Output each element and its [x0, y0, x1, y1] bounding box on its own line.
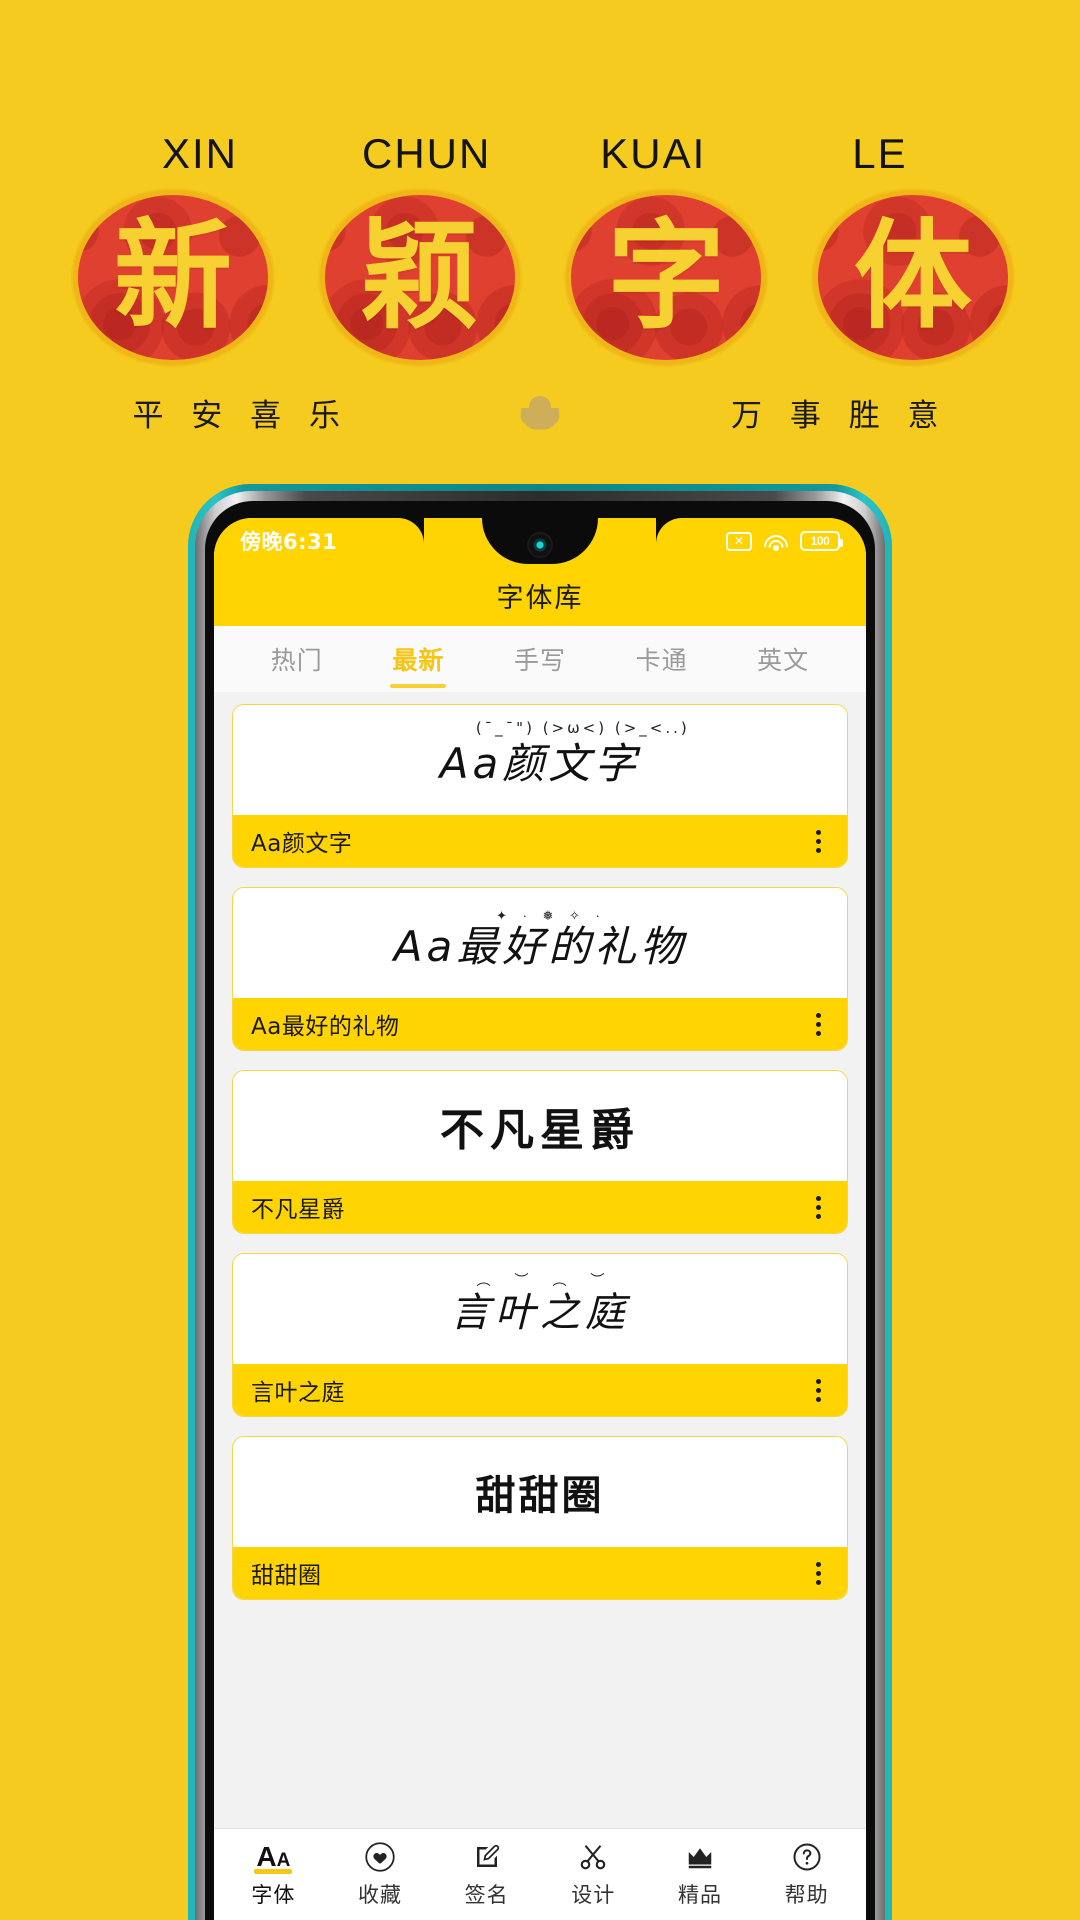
- font-card[interactable]: 不凡星爵 不凡星爵: [232, 1070, 848, 1234]
- pinyin-kuai: KUAI: [600, 130, 707, 177]
- font-card-bar: 甜甜圈: [233, 1547, 847, 1599]
- crown-icon: [685, 1840, 715, 1874]
- phone-mockup: 傍晚6:31 ✕ 100 字体库 热门 最新 手写 卡通 英文 (¯_¯") (…: [188, 484, 892, 1920]
- font-card[interactable]: (¯_¯") (>ω<) (>_<..) Aa颜文字 Aa颜文字: [232, 704, 848, 868]
- nav-label: 设计: [571, 1883, 616, 1907]
- notch-wing-right: [656, 518, 682, 544]
- sparkle-decoration: ✦ · ❅ ✧ ·: [496, 908, 606, 923]
- font-name: Aa颜文字: [251, 831, 353, 857]
- wifi-icon: [759, 529, 793, 564]
- font-name: 不凡星爵: [251, 1197, 345, 1223]
- seal-row: 新 颖 字 体: [78, 195, 1008, 360]
- nav-item-help[interactable]: 帮助: [760, 1840, 854, 1909]
- seal-char: 字: [607, 206, 726, 345]
- font-name: Aa最好的礼物: [251, 1014, 400, 1040]
- font-aa-icon: AA: [254, 1841, 293, 1874]
- bottom-navigation[interactable]: AA 字体 收藏 签名 设计 精品 帮助: [214, 1828, 866, 1920]
- nav-label: 精品: [677, 1883, 722, 1907]
- nav-label: 签名: [464, 1883, 509, 1907]
- font-preview: ︵ ︶ ︵ ︶ 言叶之庭: [233, 1254, 847, 1364]
- pinyin-chun: CHUN: [361, 130, 492, 177]
- status-time: 傍晚6:31: [240, 530, 338, 554]
- category-tabs[interactable]: 热门 最新 手写 卡通 英文: [214, 626, 866, 692]
- font-preview: (¯_¯") (>ω<) (>_<..) Aa颜文字: [233, 705, 847, 815]
- battery-level: 100: [810, 534, 830, 548]
- font-preview: ✦ · ❅ ✧ · Aa最好的礼物: [233, 888, 847, 998]
- seal-xin: 新: [78, 195, 268, 360]
- font-list[interactable]: (¯_¯") (>ω<) (>_<..) Aa颜文字 Aa颜文字 ✦ · ❅ ✧…: [214, 692, 866, 1920]
- font-preview-text: 不凡星爵: [440, 1105, 640, 1156]
- pinyin-xin: XIN: [161, 130, 238, 177]
- design-scissors-icon: [578, 1840, 608, 1874]
- gold-ingot-icon: [519, 395, 561, 430]
- seal-ying: 颖: [324, 195, 515, 360]
- font-card-bar: Aa最好的礼物: [233, 998, 847, 1050]
- wish-right: 万 事 胜 意: [731, 398, 948, 434]
- tab-newest[interactable]: 最新: [390, 635, 446, 683]
- nav-item-design[interactable]: 设计: [546, 1840, 640, 1909]
- nav-item-premium[interactable]: 精品: [653, 1840, 747, 1909]
- wish-row: 平 安 喜 乐 万 事 胜 意: [0, 390, 1080, 435]
- seal-char: 颖: [360, 206, 479, 345]
- battery-icon: 100: [800, 531, 843, 551]
- font-name: 甜甜圈: [251, 1563, 322, 1589]
- seal-ti: 体: [817, 195, 1008, 360]
- font-card[interactable]: 甜甜圈 甜甜圈: [232, 1436, 848, 1600]
- font-card[interactable]: ✦ · ❅ ✧ · Aa最好的礼物 Aa最好的礼物: [232, 887, 848, 1051]
- tab-cartoon[interactable]: 卡通: [634, 635, 690, 683]
- phone-screen: 傍晚6:31 ✕ 100 字体库 热门 最新 手写 卡通 英文 (¯_¯") (…: [214, 518, 866, 1920]
- nav-label: 收藏: [357, 1883, 402, 1907]
- tab-hot[interactable]: 热门: [269, 635, 325, 683]
- vine-decoration: ︵ ︶ ︵ ︶: [476, 1272, 615, 1288]
- pinyin-row: XIN CHUN KUAI LE: [90, 130, 990, 178]
- font-preview: 不凡星爵: [233, 1071, 847, 1181]
- kebab-menu-icon[interactable]: [806, 824, 831, 859]
- font-preview-text: Aa颜文字: [439, 738, 641, 788]
- kebab-menu-icon[interactable]: [806, 1007, 831, 1042]
- font-preview-text: 甜甜圈: [475, 1473, 605, 1519]
- wish-left: 平 安 喜 乐: [132, 398, 349, 434]
- nav-label: 帮助: [784, 1883, 829, 1907]
- status-icons: ✕ 100: [726, 529, 843, 564]
- pinyin-le: LE: [852, 130, 908, 177]
- signature-pen-icon: [472, 1840, 502, 1874]
- font-card-bar: 言叶之庭: [233, 1364, 847, 1416]
- kebab-menu-icon[interactable]: [806, 1556, 831, 1591]
- font-card-bar: Aa颜文字: [233, 815, 847, 867]
- font-preview: 甜甜圈: [233, 1437, 847, 1547]
- notch-wing-left: [398, 518, 424, 544]
- tab-handwrite[interactable]: 手写: [512, 635, 568, 683]
- seal-char: 新: [113, 206, 232, 345]
- nav-item-fonts[interactable]: AA 字体: [226, 1840, 320, 1909]
- heart-icon: [365, 1840, 395, 1874]
- page-title: 字体库: [496, 582, 584, 614]
- kebab-menu-icon[interactable]: [806, 1373, 831, 1408]
- app-header: 字体库: [214, 564, 866, 626]
- nav-item-favorites[interactable]: 收藏: [333, 1840, 427, 1909]
- font-name: 言叶之庭: [251, 1380, 345, 1406]
- font-card[interactable]: ︵ ︶ ︵ ︶ 言叶之庭 言叶之庭: [232, 1253, 848, 1417]
- kaomoji-decoration: (¯_¯") (>ω<) (>_<..): [475, 719, 690, 737]
- tab-english[interactable]: 英文: [755, 635, 811, 683]
- seal-zi: 字: [571, 195, 762, 360]
- font-card-bar: 不凡星爵: [233, 1181, 847, 1233]
- front-camera-icon: [529, 534, 551, 556]
- seal-char: 体: [853, 206, 972, 345]
- nav-item-signature[interactable]: 签名: [440, 1840, 534, 1909]
- sim-disabled-icon: ✕: [726, 531, 752, 551]
- nav-label: 字体: [251, 1883, 296, 1907]
- help-question-icon: [792, 1840, 822, 1874]
- kebab-menu-icon[interactable]: [806, 1190, 831, 1225]
- sim-x-glyph: ✕: [733, 534, 745, 548]
